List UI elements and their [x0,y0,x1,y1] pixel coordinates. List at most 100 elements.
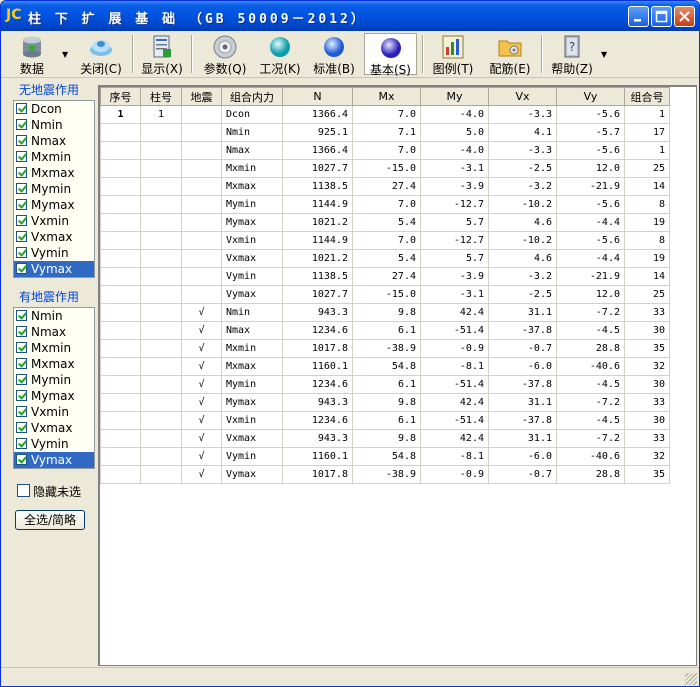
table-row[interactable]: √ Nmax 1234.6 6.1 -51.4 -37.8 -4.5 30 [100,321,670,340]
col-header-vx[interactable]: Vx [488,87,557,106]
col-header-mx[interactable]: Mx [352,87,421,106]
checkbox-checked[interactable] [16,103,27,114]
basic-button[interactable]: 基本(S) [364,33,417,77]
checkbox-checked[interactable] [16,326,27,337]
non-seismic-item[interactable]: Vxmax [14,229,94,245]
col-header-index[interactable]: 序号 [100,87,141,106]
table-row[interactable]: Mymin 1144.9 7.0 -12.7 -10.2 -5.6 8 [100,195,670,214]
non-seismic-item-selected[interactable]: Vymax [14,261,94,277]
col-header-vy[interactable]: Vy [556,87,625,106]
checkbox-checked[interactable] [16,151,27,162]
checkbox-checked[interactable] [16,231,27,242]
checkbox-checked[interactable] [16,374,27,385]
table-row[interactable]: Vymin 1138.5 27.4 -3.9 -3.2 -21.9 14 [100,267,670,286]
table-cell: 7.1 [352,123,421,142]
non-seismic-item[interactable]: Mymin [14,181,94,197]
table-row[interactable]: √ Mxmax 1160.1 54.8 -8.1 -6.0 -40.6 32 [100,357,670,376]
checkbox-checked[interactable] [16,167,27,178]
close-window-button[interactable] [674,6,695,27]
table-row[interactable]: Vymax 1027.7 -15.0 -3.1 -2.5 12.0 25 [100,285,670,304]
checkbox-checked[interactable] [16,390,27,401]
table-row[interactable]: 1 1 Dcon 1366.4 7.0 -4.0 -3.3 -5.6 1 [100,105,670,124]
table-cell [100,285,141,304]
seismic-item[interactable]: Mymax [14,388,94,404]
non-seismic-item[interactable]: Vymin [14,245,94,261]
seismic-item[interactable]: Mymin [14,372,94,388]
params-button[interactable]: 参数(Q) [199,33,251,76]
checkbox-checked[interactable] [16,358,27,369]
table-row[interactable]: Mxmax 1138.5 27.4 -3.9 -3.2 -21.9 14 [100,177,670,196]
table-row[interactable]: √ Vymax 1017.8 -38.9 -0.9 -0.7 28.8 35 [100,465,670,484]
checkbox-checked[interactable] [16,119,27,130]
close-data-button[interactable]: 关闭(C) [75,33,127,76]
checkbox-checked[interactable] [16,422,27,433]
table-row[interactable]: √ Mxmin 1017.8 -38.9 -0.9 -0.7 28.8 35 [100,339,670,358]
legend-button[interactable]: 图例(T) [427,33,479,76]
table-row[interactable]: √ Nmin 943.3 9.8 42.4 31.1 -7.2 33 [100,303,670,322]
seismic-item[interactable]: Vymin [14,436,94,452]
reinforcement-button[interactable]: 配筋(E) [484,33,536,76]
data-button[interactable]: 数据 [7,33,57,76]
checkbox-checked[interactable] [16,310,27,321]
table-row[interactable]: Mxmin 1027.7 -15.0 -3.1 -2.5 12.0 25 [100,159,670,178]
seismic-item[interactable]: Vxmin [14,404,94,420]
standard-button[interactable]: 标准(B) [309,33,359,76]
non-seismic-item[interactable]: Dcon [14,101,94,117]
seismic-item[interactable]: Vxmax [14,420,94,436]
non-seismic-item[interactable]: Nmax [14,133,94,149]
display-button[interactable]: 显示(X) [137,33,187,76]
title-bar[interactable]: JC 柱 下 扩 展 基 础 （GB 50009－2012） [1,1,699,31]
col-header-combo-id[interactable]: 组合号 [624,87,670,106]
checkbox-unchecked[interactable] [17,484,30,497]
non-seismic-item[interactable]: Mxmax [14,165,94,181]
col-header-n[interactable]: N [282,87,353,106]
table-row[interactable]: √ Vxmin 1234.6 6.1 -51.4 -37.8 -4.5 30 [100,411,670,430]
checkbox-checked[interactable] [16,438,27,449]
col-header-my[interactable]: My [420,87,489,106]
table-row[interactable]: √ Vxmax 943.3 9.8 42.4 31.1 -7.2 33 [100,429,670,448]
legend-label: 图例(T) [432,62,474,76]
checkbox-checked[interactable] [16,215,27,226]
close-data-label: 关闭(C) [80,62,122,76]
table-row[interactable]: Nmax 1366.4 7.0 -4.0 -3.3 -5.6 1 [100,141,670,160]
checkbox-checked[interactable] [16,342,27,353]
seismic-list: Nmin Nmax Mxmin Mxmax Mymin Mymax Vxmin … [13,307,95,469]
col-header-column[interactable]: 柱号 [140,87,182,106]
seismic-item[interactable]: Nmin [14,308,94,324]
table-row[interactable]: Vxmax 1021.2 5.4 5.7 4.6 -4.4 19 [100,249,670,268]
table-row[interactable]: Mymax 1021.2 5.4 5.7 4.6 -4.4 19 [100,213,670,232]
col-header-seismic[interactable]: 地震 [181,87,222,106]
non-seismic-item[interactable]: Mxmin [14,149,94,165]
seismic-item-selected[interactable]: Vymax [14,452,94,468]
resize-grip-icon[interactable] [685,673,697,685]
checkbox-checked[interactable] [16,263,27,274]
table-cell: 1021.2 [282,213,353,232]
non-seismic-item[interactable]: Mymax [14,197,94,213]
help-button[interactable]: ? 帮助(Z) [546,33,598,76]
table-row[interactable]: √ Vymin 1160.1 54.8 -8.1 -6.0 -40.6 32 [100,447,670,466]
seismic-item[interactable]: Nmax [14,324,94,340]
col-header-combo-force[interactable]: 组合内力 [221,87,283,106]
table-row[interactable]: √ Mymin 1234.6 6.1 -51.4 -37.8 -4.5 30 [100,375,670,394]
table-row[interactable]: √ Mymax 943.3 9.8 42.4 31.1 -7.2 33 [100,393,670,412]
seismic-item[interactable]: Mxmin [14,340,94,356]
table-cell [100,357,141,376]
data-dropdown-icon[interactable]: ▼ [62,50,68,59]
non-seismic-item[interactable]: Nmin [14,117,94,133]
case-button[interactable]: 工况(K) [255,33,305,76]
seismic-item[interactable]: Mxmax [14,356,94,372]
table-row[interactable]: Nmin 925.1 7.1 5.0 4.1 -5.7 17 [100,123,670,142]
checkbox-checked[interactable] [16,135,27,146]
results-grid[interactable]: 序号 柱号 地震 组合内力 N Mx My Vx Vy 组合号 1 1 Dcon 13… [98,85,697,666]
non-seismic-item[interactable]: Vxmin [14,213,94,229]
help-dropdown-icon[interactable]: ▼ [601,50,607,59]
table-row[interactable]: Vxmin 1144.9 7.0 -12.7 -10.2 -5.6 8 [100,231,670,250]
maximize-button[interactable] [651,6,672,27]
checkbox-checked[interactable] [16,199,27,210]
checkbox-checked[interactable] [16,406,27,417]
checkbox-checked[interactable] [16,247,27,258]
checkbox-checked[interactable] [16,183,27,194]
minimize-button[interactable] [628,6,649,27]
checkbox-checked[interactable] [16,454,27,465]
select-all-button[interactable]: 全选/简略 [15,510,85,530]
